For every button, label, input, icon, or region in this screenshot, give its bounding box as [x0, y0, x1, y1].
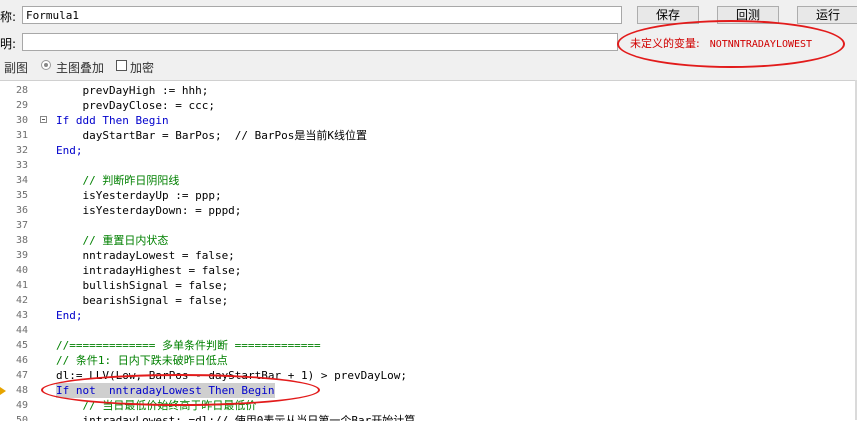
- code-editor[interactable]: 28 prevDayHigh := hhh; 29 prevDayClose: …: [0, 80, 857, 421]
- error-highlight-ellipse: [617, 20, 845, 68]
- fold-toggle-icon[interactable]: [40, 116, 47, 123]
- code-line: 45 //============= 多单条件判断 =============: [0, 338, 857, 353]
- code-text: // 条件1: 日内下跌未破昨日低点: [56, 354, 228, 367]
- code-text: //============= 多单条件判断 =============: [56, 339, 321, 352]
- line-number: 38: [15, 235, 28, 246]
- code-text: prevDayHigh := hhh;: [56, 84, 209, 97]
- code-text: End;: [56, 309, 83, 322]
- line-number: 30: [15, 115, 28, 126]
- code-text: dayStartBar = BarPos; // BarPos是当前K线位置: [56, 129, 368, 142]
- code-line: 28 prevDayHigh := hhh;: [0, 83, 857, 98]
- formula-description-input[interactable]: [22, 33, 618, 51]
- main-overlay-option[interactable]: 主图叠加: [56, 59, 104, 76]
- line-number: 48: [15, 385, 28, 396]
- code-text: bearishSignal = false;: [56, 294, 229, 307]
- line-number: 35: [15, 190, 28, 201]
- line-number: 31: [15, 130, 28, 141]
- code-line: 43 End;: [0, 308, 857, 323]
- code-line: 36 isYesterdayDown: = pppd;: [0, 203, 857, 218]
- line-number: 45: [15, 340, 28, 351]
- code-line: 37: [0, 218, 857, 233]
- line-number: 49: [15, 400, 28, 411]
- code-line: 34 // 判断昨日阴阳线: [0, 173, 857, 188]
- code-text: prevDayClose: = ccc;: [56, 99, 215, 112]
- code-line: 41 bullishSignal = false;: [0, 278, 857, 293]
- code-text: intradayHighest = false;: [56, 264, 242, 277]
- code-line: 39 nntradayLowest = false;: [0, 248, 857, 263]
- code-text: bullishSignal = false;: [56, 279, 229, 292]
- code-line: 29 prevDayClose: = ccc;: [0, 98, 857, 113]
- code-text: nntradayLowest = false;: [56, 249, 235, 262]
- code-text: isYesterdayDown: = pppd;: [56, 204, 242, 217]
- code-line: 35 isYesterdayUp := ppp;: [0, 188, 857, 203]
- error-line-highlight-ellipse: [41, 374, 320, 406]
- formula-name-input[interactable]: Formula1: [22, 6, 622, 24]
- code-text: isYesterdayUp := ppp;: [56, 189, 222, 202]
- code-text: End;: [56, 144, 83, 157]
- encrypt-label: 加密: [130, 61, 155, 75]
- line-number: 44: [15, 325, 28, 336]
- encrypt-checkbox[interactable]: [116, 60, 127, 71]
- line-number: 32: [15, 145, 28, 156]
- line-number: 29: [15, 100, 28, 111]
- line-number: 33: [15, 160, 28, 171]
- code-line: 32 End;: [0, 143, 857, 158]
- line-number: 37: [15, 220, 28, 231]
- run-button[interactable]: 运行: [797, 6, 857, 24]
- line-number: 42: [15, 295, 28, 306]
- line-number: 46: [15, 355, 28, 366]
- code-line: 38 // 重置日内状态: [0, 233, 857, 248]
- line-number: 39: [15, 250, 28, 261]
- code-line: 30 If ddd Then Begin: [0, 113, 857, 128]
- main-overlay-radio-icon[interactable]: [41, 60, 51, 70]
- line-number: 41: [15, 280, 28, 291]
- code-line: 46 // 条件1: 日内下跌未破昨日低点: [0, 353, 857, 368]
- line-number: 40: [15, 265, 28, 276]
- code-line: 40 intradayHighest = false;: [0, 263, 857, 278]
- formula-header: 称: Formula1 保存 回测 运行 明: 未定义的变量: NOTNNTRAD…: [0, 0, 857, 80]
- line-number: 43: [15, 310, 28, 321]
- code-line: 31 dayStartBar = BarPos; // BarPos是当前K线位…: [0, 128, 857, 143]
- line-number: 28: [15, 85, 28, 96]
- line-number: 47: [15, 370, 28, 381]
- code-text: // 判断昨日阴阳线: [56, 174, 180, 187]
- line-number: 36: [15, 205, 28, 216]
- line-number: 34: [15, 175, 28, 186]
- code-line: 42 bearishSignal = false;: [0, 293, 857, 308]
- code-text: // 重置日内状态: [56, 234, 169, 247]
- code-text: If ddd Then Begin: [56, 114, 169, 127]
- code-line: 33: [0, 158, 857, 173]
- description-label: 明:: [0, 37, 17, 51]
- name-label: 称:: [0, 10, 17, 24]
- sub-chart-option[interactable]: 副图: [4, 59, 28, 76]
- code-line: 44: [0, 323, 857, 338]
